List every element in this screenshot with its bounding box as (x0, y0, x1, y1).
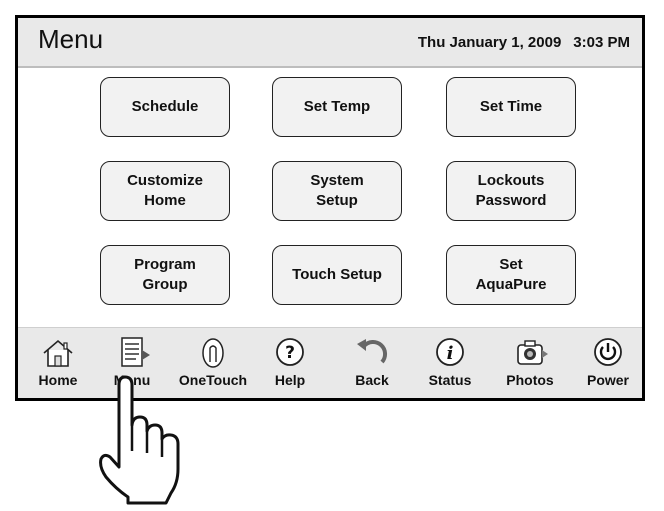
menu-grid: Schedule Set Temp Set Time Customize Hom… (18, 66, 642, 326)
nav-home-label: Home (38, 372, 78, 388)
page-title: Menu (38, 24, 104, 54)
nav-status-label: Status (428, 372, 472, 388)
program-group-button[interactable]: Program Group (100, 245, 230, 305)
nav-help-label: Help (274, 372, 306, 388)
customize-home-button[interactable]: Customize Home (100, 161, 230, 221)
nav-photos[interactable]: Photos (492, 336, 568, 394)
pointing-hand-icon (99, 375, 180, 505)
house-icon (43, 339, 73, 367)
power-icon (594, 338, 622, 366)
nav-photos-label: Photos (506, 372, 554, 388)
finger-touch-icon (202, 338, 224, 368)
date-text: Thu January 1, 2009 (417, 34, 562, 51)
nav-status[interactable]: i Status (412, 336, 488, 394)
set-temp-button[interactable]: Set Temp (272, 77, 402, 137)
touch-setup-button[interactable]: Touch Setup (272, 245, 402, 305)
system-setup-button[interactable]: System Setup (272, 161, 402, 221)
camera-icon (517, 340, 548, 365)
svg-text:i: i (447, 343, 454, 364)
nav-help[interactable]: ? Help (252, 336, 328, 394)
device-screen: Menu Thu January 1, 2009 3:03 PM Schedule… (15, 15, 645, 401)
nav-back-label: Back (355, 372, 389, 388)
set-aquapure-button[interactable]: Set AquaPure (446, 245, 576, 305)
schedule-button[interactable]: Schedule (100, 77, 230, 137)
lockouts-password-button[interactable]: Lockouts Password (446, 161, 576, 221)
nav-power-label: Power (586, 372, 629, 388)
back-arrow-icon (357, 339, 388, 364)
info-icon: i (436, 338, 464, 366)
date-time-display: Thu January 1, 2009 3:03 PM (418, 34, 630, 51)
menu-page-icon (121, 337, 150, 367)
nav-power[interactable]: Power (570, 336, 646, 394)
time-text: 3:03 PM (573, 34, 630, 51)
nav-back[interactable]: Back (334, 336, 410, 394)
nav-home[interactable]: Home (20, 336, 96, 394)
header-bar: Menu Thu January 1, 2009 3:03 PM (18, 18, 642, 68)
question-icon: ? (276, 338, 304, 366)
set-time-button[interactable]: Set Time (446, 77, 576, 137)
svg-text:?: ? (285, 343, 295, 363)
